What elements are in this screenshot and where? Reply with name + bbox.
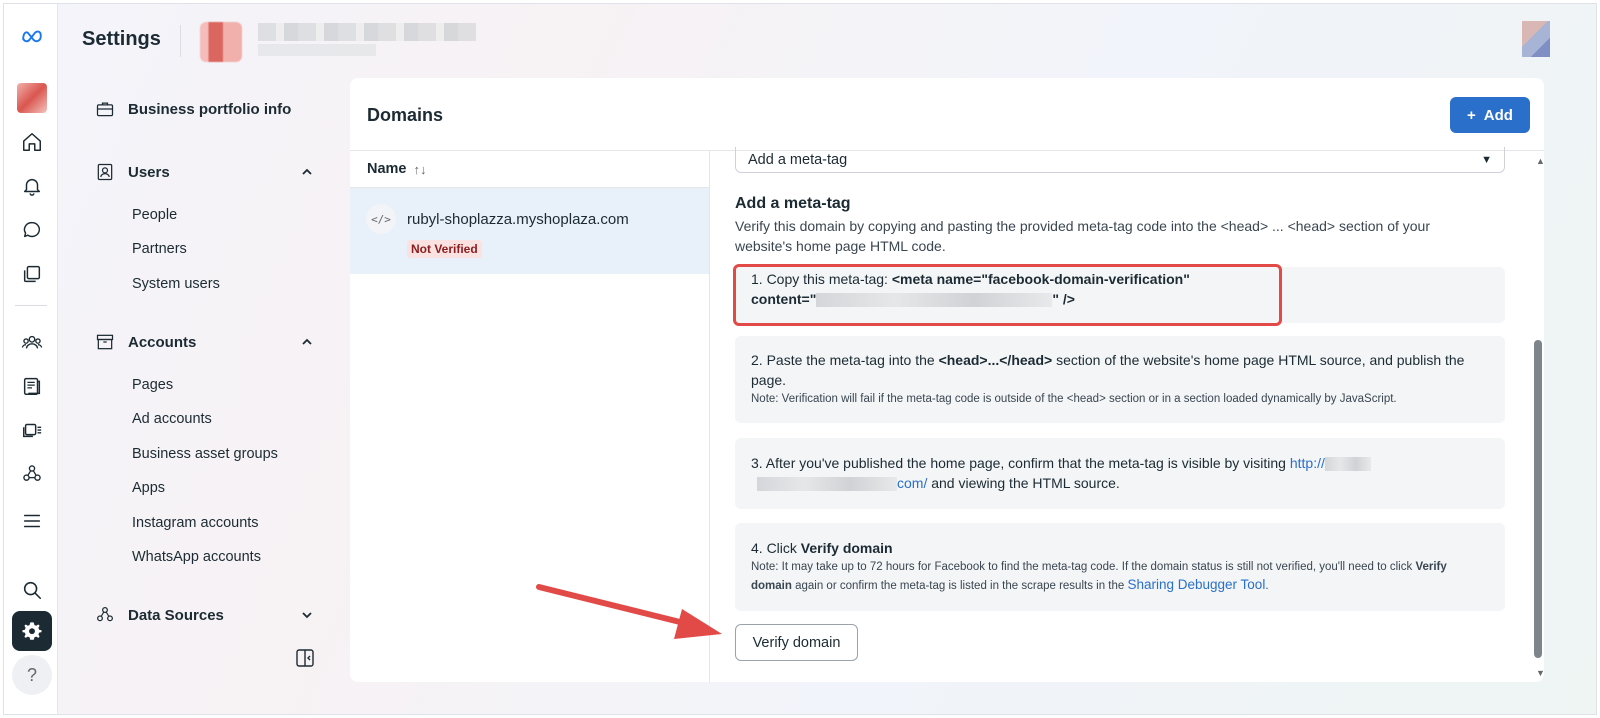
- catalog-icon[interactable]: [12, 366, 52, 406]
- scrollbar-thumb[interactable]: [1534, 340, 1542, 658]
- section-description: Verify this domain by copying and pastin…: [735, 218, 1431, 254]
- domain-link[interactable]: http://: [1290, 455, 1325, 471]
- nav-item-business-asset-groups[interactable]: Business asset groups: [132, 446, 278, 462]
- annotation-arrow: [536, 584, 722, 639]
- data-sources-icon: [94, 604, 116, 626]
- menu-icon[interactable]: [12, 501, 52, 541]
- plus-icon: +: [1467, 106, 1476, 124]
- pages-stack-icon[interactable]: [12, 254, 52, 294]
- user-avatar[interactable]: [1522, 21, 1550, 57]
- name-column-header[interactable]: Name ↑↓: [350, 151, 709, 188]
- domain-link-end[interactable]: com/: [897, 475, 927, 491]
- sharing-debugger-link[interactable]: Sharing Debugger Tool: [1127, 577, 1265, 592]
- nav-item-system-users[interactable]: System users: [132, 276, 220, 292]
- nav-accounts-section[interactable]: Accounts: [94, 331, 314, 353]
- annotation-highlight-box: [733, 264, 1282, 326]
- scroll-down-arrow[interactable]: ▼: [1536, 668, 1545, 678]
- nav-item-ad-accounts[interactable]: Ad accounts: [132, 411, 212, 427]
- nav-item-whatsapp-accounts[interactable]: WhatsApp accounts: [132, 549, 261, 565]
- media-list-icon[interactable]: [12, 410, 52, 450]
- verify-domain-button[interactable]: Verify domain: [735, 624, 858, 661]
- chevron-up-icon: [302, 168, 312, 175]
- integrations-icon[interactable]: [12, 454, 52, 494]
- step2-note: Note: Verification will fail if the meta…: [751, 393, 1397, 405]
- archive-box-icon: [94, 331, 116, 353]
- business-logo[interactable]: [200, 22, 242, 62]
- verification-method-select[interactable]: Add a meta-tag ▼: [735, 147, 1505, 173]
- collapse-sidebar-icon[interactable]: [294, 647, 316, 669]
- redacted-domain: [757, 477, 897, 492]
- step-paste-meta-tag: 2. Paste the meta-tag into the <head>...…: [735, 336, 1505, 423]
- chevron-down-icon: [302, 612, 312, 619]
- bell-icon[interactable]: [12, 166, 52, 206]
- nav-item-partners[interactable]: Partners: [132, 241, 187, 257]
- settings-gear-icon[interactable]: [12, 611, 52, 651]
- sort-icon[interactable]: ↑↓: [414, 162, 427, 177]
- page-title: Settings: [82, 28, 161, 50]
- caret-down-icon: ▼: [1481, 153, 1492, 166]
- home-icon[interactable]: [12, 122, 52, 162]
- domain-detail: Add a meta-tag ▼ Add a meta-tag Verify t…: [711, 147, 1544, 682]
- step4-note: Note: It may take up to 72 hours for Fac…: [751, 561, 1447, 592]
- chat-icon[interactable]: [12, 210, 52, 250]
- nav-data-sources-section[interactable]: Data Sources: [94, 604, 314, 626]
- global-nav-rail: ?: [4, 4, 58, 714]
- add-domain-button[interactable]: + Add: [1450, 97, 1530, 133]
- chevron-up-icon: [302, 338, 312, 345]
- help-icon[interactable]: ?: [12, 655, 52, 695]
- scroll-up-arrow[interactable]: ▲: [1536, 156, 1545, 166]
- nav-item-apps[interactable]: Apps: [132, 480, 165, 496]
- user-badge-icon: [94, 161, 116, 183]
- nav-item-instagram-accounts[interactable]: Instagram accounts: [132, 515, 259, 531]
- briefcase-icon: [94, 98, 116, 120]
- step-click-verify: 4. Click Verify domain Note: It may take…: [735, 523, 1505, 611]
- panel-title: Domains: [367, 105, 444, 125]
- header-divider: [180, 25, 181, 57]
- search-icon[interactable]: [12, 570, 52, 610]
- nav-business-portfolio-info[interactable]: Business portfolio info: [94, 98, 314, 120]
- business-name-redacted: [258, 23, 476, 41]
- people-group-icon[interactable]: [12, 322, 52, 362]
- section-title: Add a meta-tag: [735, 195, 851, 212]
- meta-logo-icon[interactable]: [12, 16, 52, 56]
- app-window: ? Settings Business portfolio info Users…: [3, 3, 1597, 715]
- business-name-redacted-line2: [258, 44, 376, 56]
- domain-name: rubyl-shoplazza.myshoplaza.com: [407, 211, 629, 228]
- domains-panel: Domains + Add Name ↑↓ </> rubyl-shoplazz…: [350, 78, 1544, 682]
- status-badge: Not Verified: [407, 240, 482, 258]
- nav-item-pages[interactable]: Pages: [132, 377, 173, 393]
- nav-item-people[interactable]: People: [132, 207, 177, 223]
- business-avatar-icon[interactable]: [12, 78, 52, 118]
- code-icon: </>: [366, 204, 396, 234]
- step-confirm-visible: 3. After you've published the home page,…: [735, 438, 1505, 509]
- nav-users-section[interactable]: Users: [94, 161, 314, 183]
- list-item[interactable]: </> rubyl-shoplazza.myshoplaza.com Not V…: [350, 188, 709, 274]
